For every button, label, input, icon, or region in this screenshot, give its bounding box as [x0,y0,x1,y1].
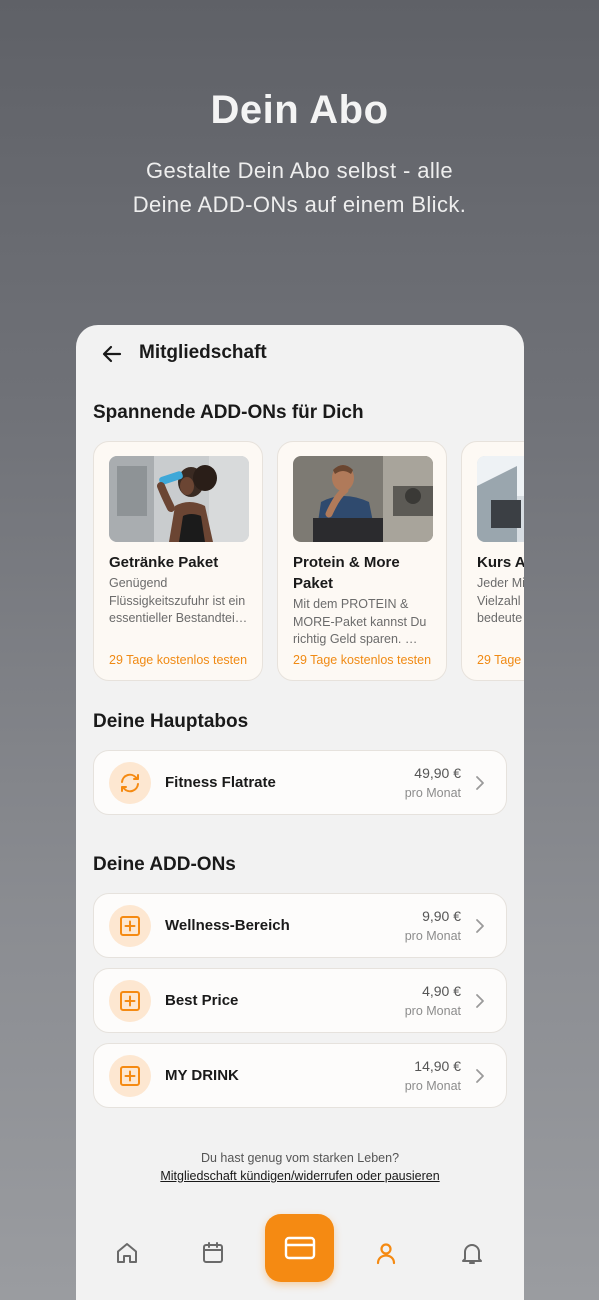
chevron-right-icon [476,1069,484,1083]
hero-subtitle-line1: Gestalte Dein Abo selbst - alle [145,158,454,183]
card-description: Jeder Mi Vielzahl bedeute [477,576,524,625]
chevron-right-icon [476,776,484,790]
addon-row-wellness[interactable]: Wellness-Bereich 9,90 € pro Monat [93,893,507,958]
plus-square-icon [109,905,151,947]
addon-carousel[interactable]: Getränke Paket Genügend Flüssigkeitszufu… [93,441,524,681]
chevron-right-icon [476,919,484,933]
row-price: 9,90 € [422,908,461,924]
home-icon[interactable] [112,1238,142,1268]
subscription-row-fitness-flatrate[interactable]: Fitness Flatrate 49,90 € pro Monat [93,750,507,815]
card-trial-link[interactable]: 29 Tage kostenlos testen [293,653,431,667]
refresh-icon [109,762,151,804]
bell-icon[interactable] [457,1238,487,1268]
card-title: Getränke Paket [109,554,219,571]
row-price: 4,90 € [422,983,461,999]
row-label: MY DRINK [165,1067,239,1084]
card-title: Protein & More Paket [293,554,400,592]
plus-square-icon [109,1055,151,1097]
phone-screen: Mitgliedschaft Spannende ADD-ONs für Dic… [76,325,524,1300]
row-label: Wellness-Bereich [165,917,290,934]
row-price: 49,90 € [414,765,461,781]
top-bar: Mitgliedschaft [76,325,524,383]
card-icon[interactable] [265,1214,334,1282]
section-title-main-subscriptions: Deine Hauptabos [93,711,249,732]
row-period: pro Monat [404,1079,461,1093]
row-period: pro Monat [404,1004,461,1018]
card-image-protein [293,456,433,542]
addon-card-protein[interactable]: Protein & More Paket Mit dem PROTEIN & M… [277,441,447,681]
addon-card-getraenke[interactable]: Getränke Paket Genügend Flüssigkeitszufu… [93,441,263,681]
hero-subtitle-line2: Deine ADD-ONs auf einem Blick. [132,192,467,217]
section-title-addon-offers: Spannende ADD-ONs für Dich [93,402,364,423]
plus-square-icon [109,980,151,1022]
calendar-icon[interactable] [198,1238,228,1268]
page-title: Mitgliedschaft [139,342,267,363]
user-icon[interactable] [371,1238,401,1268]
arrow-left-icon[interactable] [100,342,124,366]
card-image-gym [477,456,524,542]
card-description: Genügend Flüssigkeitszufuhr ist ein esse… [109,576,248,625]
section-title-addons: Deine ADD-ONs [93,854,236,875]
row-period: pro Monat [404,786,461,800]
addon-card-kurs[interactable]: Kurs Al Jeder Mi Vielzahl bedeute 29 Tag… [461,441,524,681]
addon-row-my-drink[interactable]: MY DRINK 14,90 € pro Monat [93,1043,507,1108]
card-trial-link[interactable]: 29 Tage l [477,653,524,667]
addon-row-best-price[interactable]: Best Price 4,90 € pro Monat [93,968,507,1033]
cancel-membership-link[interactable]: Mitgliedschaft kündigen/widerrufen oder … [76,1169,524,1183]
card-image-drink [109,456,249,542]
row-label: Best Price [165,992,239,1009]
row-label: Fitness Flatrate [165,774,276,791]
card-title: Kurs Al [477,554,524,571]
card-description: Mit dem PROTEIN & MORE-Paket kannst Du r… [293,597,427,646]
card-trial-link[interactable]: 29 Tage kostenlos testen [109,653,247,667]
footer-question: Du hast genug vom starken Leben? [200,1151,400,1165]
row-price: 14,90 € [414,1058,461,1074]
hero-title: Dein Abo [210,88,389,132]
row-period: pro Monat [404,929,461,943]
chevron-right-icon [476,994,484,1008]
hero-subtitle: Gestalte Dein Abo selbst - alle Deine AD… [0,154,599,222]
